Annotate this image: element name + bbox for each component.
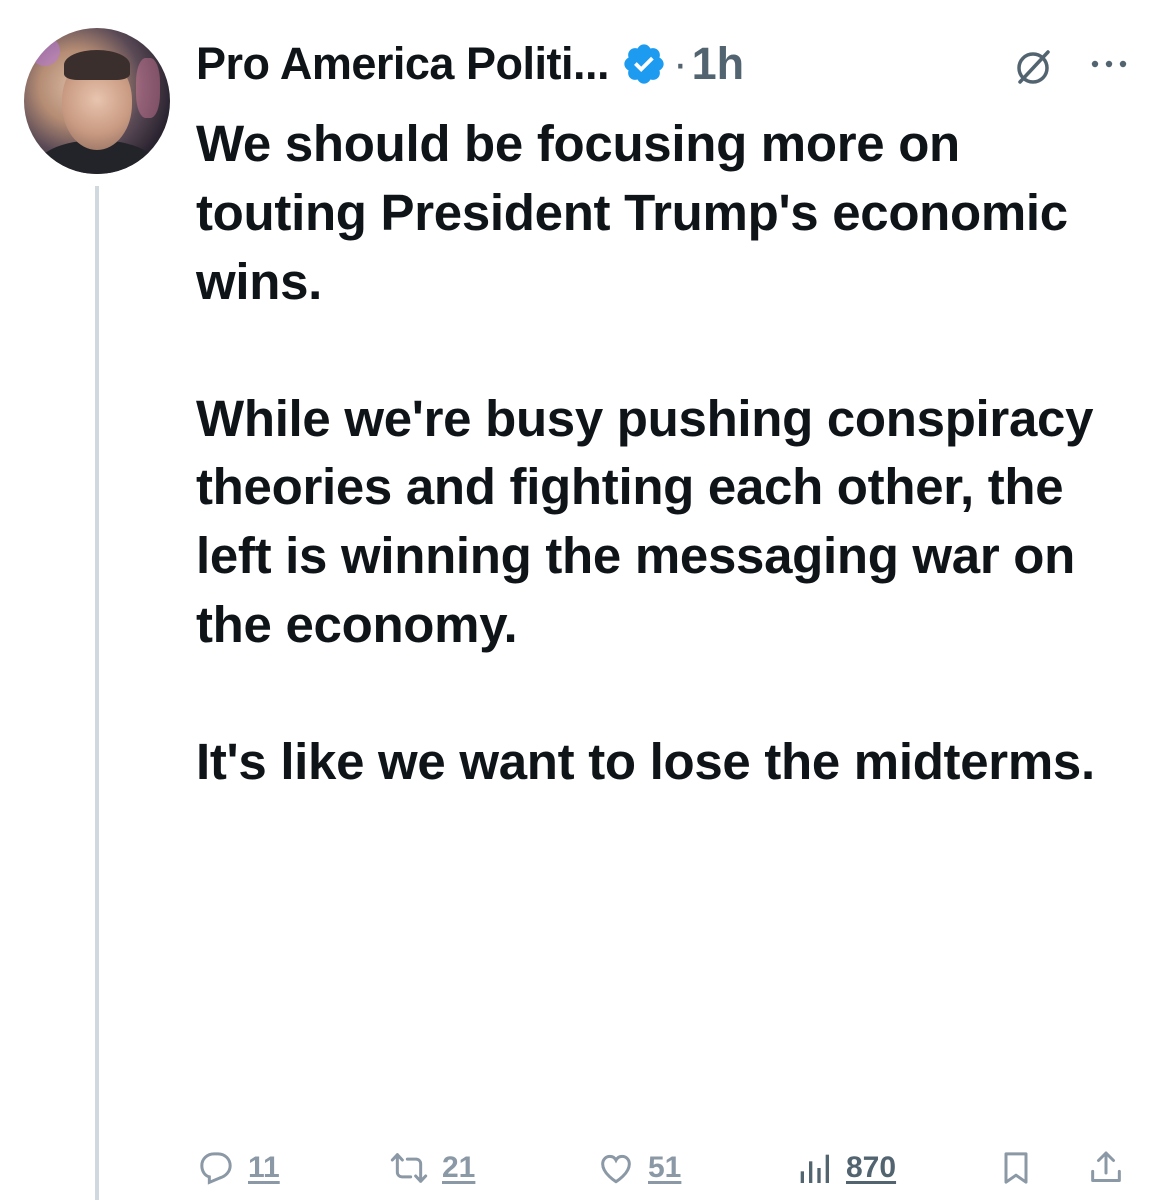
separator-dot: · xyxy=(672,39,688,88)
repost-count: 21 xyxy=(442,1151,476,1184)
share-button[interactable] xyxy=(1086,1148,1126,1188)
reply-icon xyxy=(196,1148,236,1188)
tweet-paragraph: While we're busy pushing conspiracy theo… xyxy=(196,389,1094,654)
thread-line xyxy=(95,186,99,1200)
avatar-light xyxy=(136,58,160,118)
like-button[interactable]: 51 xyxy=(596,1148,681,1188)
tweet-paragraph: It's like we want to lose the midterms. xyxy=(196,732,1095,790)
tweet-text: We should be focusing more on touting Pr… xyxy=(196,110,1136,865)
avatar-light xyxy=(30,36,60,66)
tweet-header: Pro America Politi... · 1h xyxy=(196,34,744,94)
bookmark-icon xyxy=(996,1148,1036,1188)
repost-button[interactable]: 21 xyxy=(388,1148,475,1188)
avatar-hair xyxy=(64,50,130,80)
share-icon xyxy=(1086,1148,1126,1188)
tweet: Pro America Politi... · 1h We should be … xyxy=(0,0,1162,1200)
action-bar: 11 21 51 870 xyxy=(196,1148,1136,1200)
timestamp[interactable]: 1h xyxy=(692,38,745,90)
author-name[interactable]: Pro America Politi... xyxy=(196,38,609,90)
tweet-paragraph: We should be focusing more on touting Pr… xyxy=(196,115,1068,310)
like-icon xyxy=(596,1148,636,1188)
more-options-icon[interactable] xyxy=(1086,54,1132,74)
bookmark-button[interactable] xyxy=(996,1148,1036,1188)
avatar[interactable] xyxy=(24,28,170,174)
reply-button[interactable]: 11 xyxy=(196,1148,280,1188)
verified-badge-icon xyxy=(621,41,667,87)
like-count: 51 xyxy=(648,1151,682,1184)
reply-count: 11 xyxy=(248,1151,280,1184)
repost-icon xyxy=(388,1148,430,1188)
grok-icon[interactable] xyxy=(1010,44,1056,90)
views-count: 870 xyxy=(846,1151,897,1184)
views-button[interactable]: 870 xyxy=(794,1148,896,1188)
views-icon xyxy=(794,1148,834,1188)
